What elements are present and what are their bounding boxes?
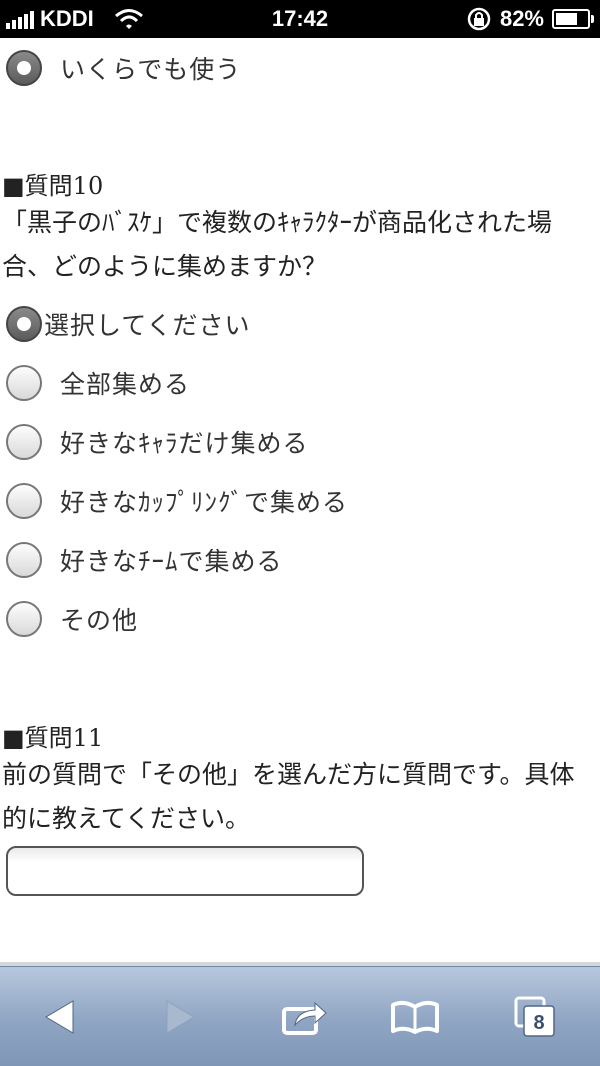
browser-toolbar: 8 bbox=[0, 966, 600, 1066]
share-button[interactable] bbox=[275, 989, 335, 1045]
question-11-text-line1: 前の質問で「その他」を選んだ方に質問です。具体 bbox=[2, 760, 575, 789]
q10-option-collect-all[interactable]: 全部集める bbox=[6, 360, 190, 406]
other-answer-input[interactable] bbox=[6, 846, 364, 896]
back-button[interactable] bbox=[30, 989, 90, 1045]
radio-button[interactable] bbox=[6, 50, 42, 86]
option-label: 好きなﾁｰﾑで集める bbox=[60, 547, 283, 576]
question-10-text-line2: 合、どのように集めますか？ bbox=[2, 252, 328, 281]
option-label: 選択してください bbox=[44, 311, 251, 340]
option-label: 好きなｶｯﾌﾟﾘﾝｸﾞで集める bbox=[60, 488, 349, 517]
book-icon bbox=[391, 1000, 439, 1034]
q10-option-favorite-pairing[interactable]: 好きなｶｯﾌﾟﾘﾝｸﾞで集める bbox=[6, 478, 348, 524]
option-label: いくらでも使う bbox=[60, 55, 242, 84]
q10-option-favorite-team[interactable]: 好きなﾁｰﾑで集める bbox=[6, 537, 283, 583]
question-10-text-line1: 「黒子のﾊﾞｽｹ」で複数のｷｬﾗｸﾀｰが商品化された場 bbox=[2, 208, 553, 237]
radio-button[interactable] bbox=[6, 542, 42, 578]
radio-button[interactable] bbox=[6, 365, 42, 401]
radio-button[interactable] bbox=[6, 306, 42, 342]
q10-option-select-prompt[interactable]: 選択してください bbox=[6, 301, 251, 347]
question-10-heading: ■質問10 bbox=[2, 172, 104, 200]
radio-button[interactable] bbox=[6, 483, 42, 519]
rotation-lock-icon bbox=[467, 7, 491, 31]
tabs-button[interactable]: 8 bbox=[505, 989, 565, 1045]
q10-option-other[interactable]: その他 bbox=[6, 596, 138, 642]
bookmarks-button[interactable] bbox=[385, 989, 445, 1045]
share-icon bbox=[282, 1001, 327, 1035]
tabs-icon: 8 bbox=[514, 996, 555, 1037]
question-11-heading: ■質問11 bbox=[2, 724, 104, 752]
q10-option-favorite-characters[interactable]: 好きなｷｬﾗだけ集める bbox=[6, 419, 309, 465]
option-label: 好きなｷｬﾗだけ集める bbox=[60, 429, 309, 458]
survey-content: いくらでも使う ■質問10 「黒子のﾊﾞｽｹ」で複数のｷｬﾗｸﾀｰが商品化された… bbox=[0, 38, 600, 962]
status-bar: KDDI 17:42 82% bbox=[0, 0, 600, 38]
option-use-freely[interactable]: いくらでも使う bbox=[6, 45, 241, 91]
battery-percent: 82% bbox=[499, 6, 544, 31]
battery-icon bbox=[552, 9, 594, 29]
option-label: その他 bbox=[60, 606, 139, 635]
forward-arrow-icon bbox=[166, 1000, 195, 1034]
back-arrow-icon bbox=[45, 1000, 74, 1034]
question-11-text-line2: 的に教えてください。 bbox=[2, 804, 251, 833]
tab-count: 8 bbox=[533, 1012, 544, 1034]
forward-button[interactable] bbox=[150, 989, 210, 1045]
radio-button[interactable] bbox=[6, 601, 42, 637]
radio-button[interactable] bbox=[6, 424, 42, 460]
option-label: 全部集める bbox=[60, 370, 191, 399]
